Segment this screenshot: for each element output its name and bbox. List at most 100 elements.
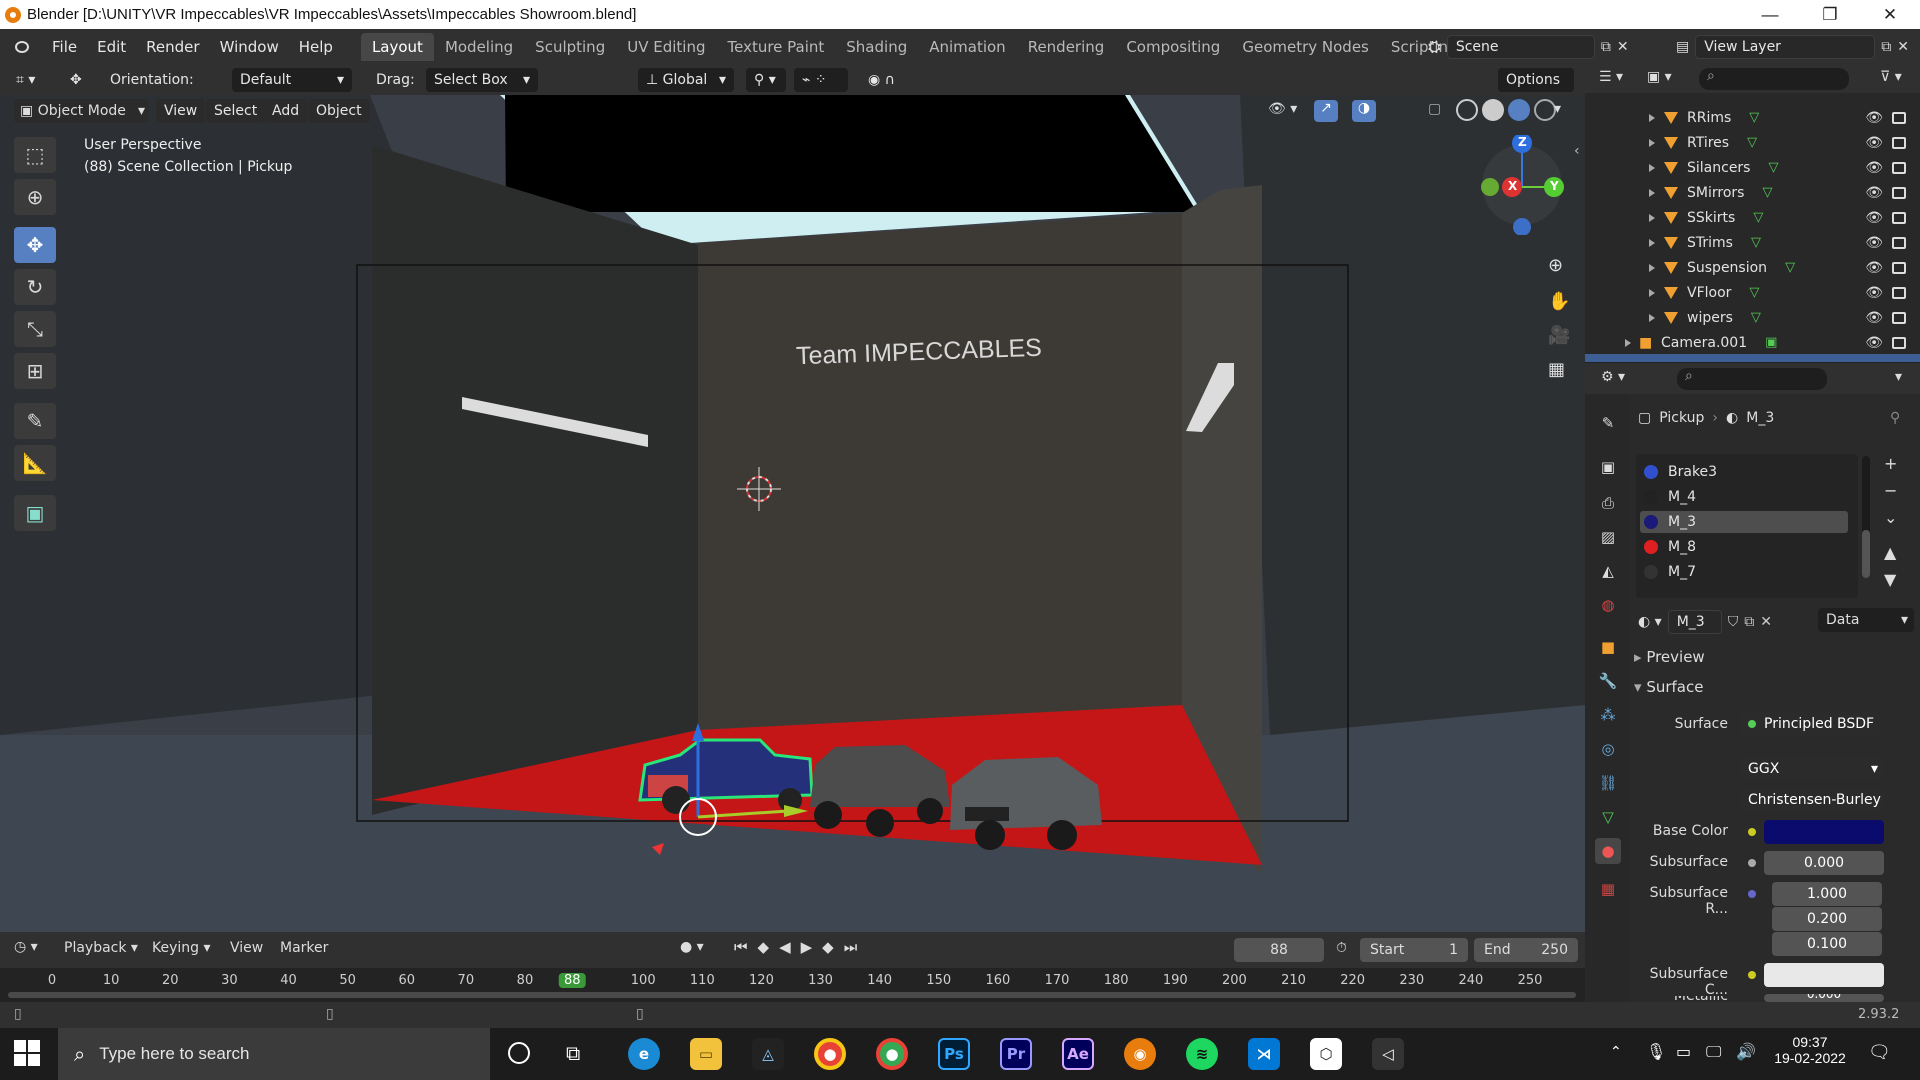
alienware-icon[interactable]: ◬ [752, 1038, 784, 1070]
drag-select[interactable]: Select Box ▾ [426, 68, 538, 92]
marker-menu[interactable]: Marker [280, 940, 328, 956]
expand-toggle-icon[interactable] [1649, 213, 1655, 222]
tab-texture-paint[interactable]: Texture Paint [716, 33, 835, 61]
tab-sculpting[interactable]: Sculpting [524, 33, 616, 61]
orientation-select[interactable]: Default ▾ [232, 68, 352, 92]
tab-modeling[interactable]: Modeling [434, 33, 524, 61]
transform-orientation-select[interactable]: ⊥ Global ▾ [638, 68, 734, 92]
add-slot-icon[interactable]: + [1884, 454, 1897, 473]
overlays-toggle-icon[interactable]: ◑ [1352, 100, 1376, 122]
material-name-field[interactable]: M_3 [1667, 610, 1722, 634]
battery-icon[interactable]: ▭ [1676, 1042, 1691, 1061]
tab-animation[interactable]: Animation [918, 33, 1016, 61]
solid-shading-icon[interactable] [1482, 99, 1504, 121]
outliner-item[interactable]: wipers ▽ 👁 [1585, 305, 1920, 330]
unity-icon[interactable]: ⬡ [1310, 1038, 1342, 1070]
rotate-tool-icon[interactable]: ↻ [14, 269, 56, 305]
data-tab-icon[interactable]: ▽ [1595, 804, 1621, 830]
playback-menu[interactable]: Playback ▾ [64, 940, 138, 956]
material-slot[interactable]: M_4 [1640, 486, 1848, 508]
xray-icon[interactable]: ▢ [1428, 101, 1441, 117]
texture-tab-icon[interactable]: ▦ [1595, 876, 1621, 902]
visibility-eye-icon[interactable]: 👁 [1865, 210, 1883, 226]
annotate-tool-icon[interactable]: ✎ [14, 403, 56, 439]
select-menu[interactable]: Select [206, 99, 266, 123]
timeline-view-menu[interactable]: View [230, 940, 263, 956]
expand-toggle-icon[interactable] [1649, 163, 1655, 172]
move-slot-up-icon[interactable]: ▲ [1884, 543, 1897, 562]
tab-shading[interactable]: Shading [835, 33, 918, 61]
blender-menu-icon[interactable] [12, 38, 34, 56]
render-camera-icon[interactable] [1892, 211, 1906, 224]
expand-toggle-icon[interactable] [1649, 188, 1655, 197]
material-slot[interactable]: M_7 [1640, 561, 1848, 583]
explorer-icon[interactable]: ▭ [690, 1038, 722, 1070]
material-slot[interactable]: M_8 [1640, 536, 1848, 558]
tab-compositing[interactable]: Compositing [1115, 33, 1231, 61]
new-scene-icon[interactable]: ⧉ [1601, 39, 1611, 55]
blender-icon[interactable]: ◉ [1124, 1038, 1156, 1070]
chrome-alt-icon[interactable]: ● [876, 1038, 908, 1070]
photoshop-icon[interactable]: Ps [938, 1038, 970, 1070]
visibility-eye-icon[interactable]: 👁 [1865, 335, 1883, 351]
editor-type-icon[interactable]: ⌗ ▾ [8, 68, 48, 92]
proportional-edit-icon[interactable]: ◉ ∩ [860, 68, 903, 92]
mode-select[interactable]: ▣ Object Mode ▾ [14, 99, 149, 123]
rendered-shading-icon[interactable] [1534, 99, 1556, 121]
outliner-item[interactable]: RRims ▽ 👁 [1585, 105, 1920, 130]
notifications-icon[interactable]: 🗨 [1868, 1042, 1891, 1063]
surface-panel-header[interactable]: ▾ Surface [1634, 678, 1703, 696]
material-shading-icon[interactable] [1508, 99, 1530, 121]
visibility-eye-icon[interactable]: 👁 [1865, 285, 1883, 301]
particles-tab-icon[interactable]: ⁂ [1595, 702, 1621, 728]
minimize-icon[interactable]: — [1740, 0, 1800, 29]
subsurface-radius-z[interactable]: 0.100 [1772, 932, 1882, 956]
delete-view-layer-icon[interactable]: ✕ [1897, 39, 1909, 55]
tab-uv-editing[interactable]: UV Editing [616, 33, 716, 61]
move-tool-button[interactable]: ✥ [14, 227, 56, 263]
move-slot-down-icon[interactable]: ▼ [1884, 570, 1897, 589]
navigation-gizmo[interactable]: Z X Y [1476, 133, 1576, 236]
gizmo-toggle-icon[interactable]: ↗ [1314, 100, 1338, 122]
subsurface-radius-x[interactable]: 1.000 [1772, 882, 1882, 906]
windows-start-icon[interactable] [14, 1040, 40, 1066]
microphone-icon[interactable]: 🎙 [1646, 1042, 1666, 1061]
timeline-scrollbar[interactable] [8, 992, 1576, 998]
pin-icon[interactable]: ⚲ [1890, 410, 1900, 426]
object-tab-icon[interactable]: ■ [1595, 634, 1621, 660]
expand-toggle-icon[interactable] [1649, 113, 1655, 122]
expand-toggle-icon[interactable] [1649, 263, 1655, 272]
render-camera-icon[interactable] [1892, 161, 1906, 174]
link-data-select[interactable]: Data ▾ [1818, 608, 1914, 632]
slot-list-scrollbar[interactable] [1862, 530, 1870, 578]
expand-toggle-icon[interactable] [1649, 288, 1655, 297]
stopwatch-icon[interactable]: ⏱ [1336, 940, 1347, 956]
timeline-editor[interactable]: ◷ ▾ Playback ▾ Keying ▾ View Marker ● ▾ … [0, 932, 1585, 1002]
scene-name-field[interactable]: Scene [1446, 35, 1595, 59]
options-button[interactable]: Options ▾ [1498, 68, 1574, 112]
properties-editor-type-icon[interactable]: ⚙ ▾ [1601, 369, 1625, 385]
fake-user-icon[interactable]: ⛉ [1728, 614, 1739, 630]
filter-icon[interactable]: ⊽ ▾ [1880, 69, 1902, 85]
new-view-layer-icon[interactable]: ⧉ [1881, 39, 1891, 55]
render-camera-icon[interactable] [1892, 111, 1906, 124]
view-menu[interactable]: View [156, 99, 206, 123]
transform-tool-icon[interactable]: ⊞ [14, 353, 56, 389]
outliner-item[interactable]: SMirrors ▽ 👁 [1585, 180, 1920, 205]
keying-menu[interactable]: Keying ▾ [152, 940, 211, 956]
subsurface-radius-y[interactable]: 0.200 [1772, 907, 1882, 931]
visibility-eye-icon[interactable]: 👁 [1865, 260, 1883, 276]
render-camera-icon[interactable] [1892, 311, 1906, 324]
camera-view-icon[interactable]: 🎥 [1548, 325, 1570, 346]
jump-start-icon[interactable]: ⏮ [734, 938, 748, 956]
add-menu[interactable]: Add [264, 99, 308, 123]
play-reverse-icon[interactable]: ◀ [779, 938, 791, 956]
output-tab-icon[interactable]: ⎙ [1595, 490, 1621, 516]
next-keyframe-icon[interactable]: ◆ [822, 938, 834, 956]
surface-shader-field[interactable]: Principled BSDF [1740, 712, 1880, 736]
view-layer-tab-icon[interactable]: ▨ [1595, 524, 1621, 550]
volume-icon[interactable]: 🔊 [1736, 1042, 1756, 1061]
properties-options-icon[interactable]: ▾ [1895, 369, 1902, 385]
menu-window[interactable]: Window [210, 38, 289, 56]
measure-tool-icon[interactable]: 📐 [14, 445, 56, 481]
